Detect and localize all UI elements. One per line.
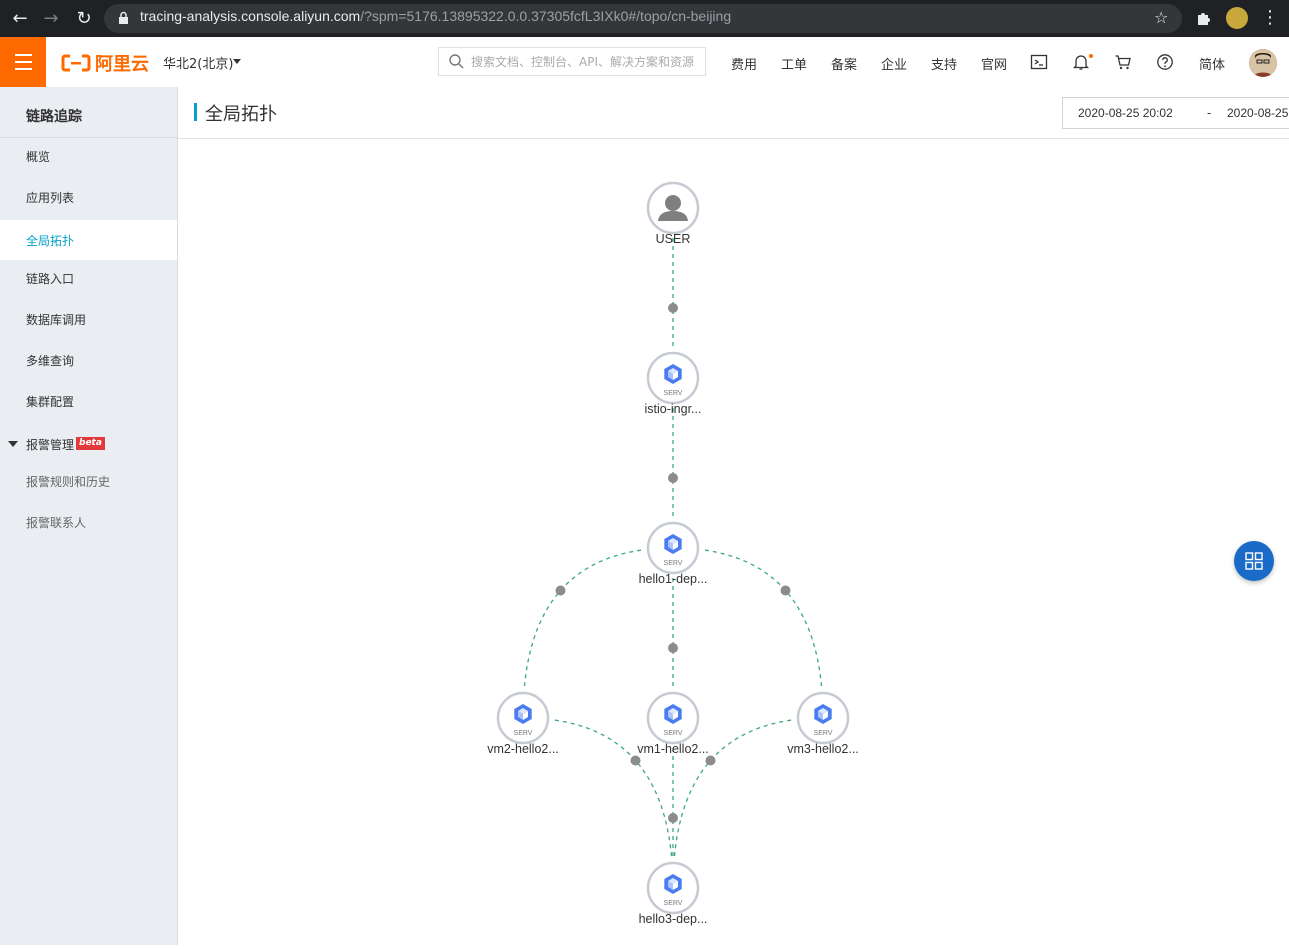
search-icon	[449, 54, 464, 69]
nav-link-support[interactable]: 支持	[931, 54, 957, 73]
lock-icon	[119, 11, 128, 24]
topology-node-vm1[interactable]: SERV	[644, 689, 702, 747]
date-end[interactable]: 2020-08-25	[1227, 106, 1288, 120]
sidebar-item-overview[interactable]: 概览	[0, 136, 177, 176]
nav-link-tickets[interactable]: 工单	[781, 54, 807, 73]
aliyun-logo[interactable]: 阿里云	[61, 50, 149, 75]
node-label-user[interactable]: USER	[608, 232, 738, 246]
node-label-vm2[interactable]: vm2-hello2...	[458, 742, 588, 756]
help-icon[interactable]	[1156, 53, 1174, 71]
language-switch[interactable]: 简体	[1199, 54, 1225, 73]
browser-toolbar: ← → ↻ tracing-analysis.console.aliyun.co…	[0, 0, 1289, 37]
terminal-icon[interactable]	[1030, 53, 1048, 71]
edge-midpoint-dot[interactable]	[668, 473, 678, 483]
sidebar-item-alert-contacts[interactable]: 报警联系人	[0, 502, 177, 542]
service-tag: SERV	[664, 900, 683, 907]
topology-node-vm2[interactable]: SERV	[494, 689, 552, 747]
topology-node-user[interactable]	[644, 179, 702, 237]
node-label-vm3[interactable]: vm3-hello2...	[758, 742, 888, 756]
title-accent-bar	[194, 103, 197, 121]
sidebar-item-cluster-config[interactable]: 集群配置	[0, 381, 177, 421]
edge-midpoint-dot[interactable]	[555, 585, 566, 596]
user-avatar[interactable]	[1249, 49, 1277, 77]
url-text[interactable]: tracing-analysis.console.aliyun.com/?spm…	[140, 8, 731, 24]
date-separator: -	[1207, 106, 1212, 120]
node-label-vm1[interactable]: vm1-hello2...	[608, 742, 738, 756]
grid-menu-button[interactable]	[1234, 541, 1274, 581]
service-tag: SERV	[664, 560, 683, 567]
edge-midpoint-dot[interactable]	[780, 585, 791, 596]
node-label-istio[interactable]: istio-ingr...	[608, 402, 738, 416]
topology-graph[interactable]: SERV SERV SERV SERV SERV SERV	[178, 139, 1289, 945]
page-header: 全局拓扑 2020-08-25 20:02 - 2020-08-25	[178, 87, 1289, 139]
sidebar-item-multi-dim-query[interactable]: 多维查询	[0, 340, 177, 380]
extensions-puzzle-icon[interactable]	[1195, 9, 1213, 27]
service-tag: SERV	[814, 730, 833, 737]
search-input[interactable]	[471, 48, 703, 75]
date-range-picker[interactable]: 2020-08-25 20:02 - 2020-08-25	[1062, 97, 1289, 129]
bell-icon[interactable]	[1072, 53, 1090, 71]
edge-midpoint-dot[interactable]	[705, 755, 716, 766]
sidebar-item-db-calls[interactable]: 数据库调用	[0, 299, 177, 339]
topology-canvas[interactable]: SERV SERV SERV SERV SERV SERV USER istio-ingr.…	[178, 139, 1289, 945]
browser-menu-icon[interactable]: ⋮	[1261, 7, 1279, 28]
back-arrow-icon[interactable]: ←	[7, 6, 33, 32]
console-top-nav: 阿里云 华北2(北京) 费用 工单 备案 企业 支持 官网 简体	[0, 37, 1289, 87]
topology-node-hello3[interactable]: SERV	[644, 859, 702, 917]
reload-icon[interactable]: ↻	[71, 6, 97, 32]
sidebar-item-global-topology[interactable]: 全局拓扑	[0, 220, 177, 260]
date-start[interactable]: 2020-08-25 20:02	[1078, 106, 1173, 120]
sidebar-group-alerts[interactable]: 报警管理 beta	[0, 424, 177, 464]
sidebar: 链路追踪 概览 应用列表 全局拓扑 链路入口 数据库调用 多维查询 集群配置 报…	[0, 87, 178, 945]
page-title: 全局拓扑	[205, 104, 277, 125]
sidebar-item-trace-entry[interactable]: 链路入口	[0, 258, 177, 298]
edge-midpoint-dot[interactable]	[668, 303, 678, 313]
sidebar-title: 链路追踪	[26, 109, 82, 125]
edge-midpoint-dot[interactable]	[668, 813, 678, 823]
topology-node-hello1[interactable]: SERV	[644, 519, 702, 577]
service-tag: SERV	[514, 730, 533, 737]
topology-node-istio[interactable]: SERV	[644, 349, 702, 407]
console-search[interactable]	[438, 47, 706, 76]
nav-link-enterprise[interactable]: 企业	[881, 54, 907, 73]
notification-dot	[1089, 54, 1093, 58]
service-tag: SERV	[664, 390, 683, 397]
nav-link-official-site[interactable]: 官网	[981, 54, 1007, 73]
node-label-hello1[interactable]: hello1-dep...	[608, 572, 738, 586]
aliyun-logo-mark-icon	[61, 54, 91, 72]
nav-link-icp[interactable]: 备案	[831, 54, 857, 73]
edge-midpoint-dot[interactable]	[630, 755, 641, 766]
service-tag: SERV	[664, 730, 683, 737]
cart-icon[interactable]	[1114, 53, 1132, 71]
sidebar-item-app-list[interactable]: 应用列表	[0, 177, 177, 217]
topology-node-vm3[interactable]: SERV	[794, 689, 852, 747]
bookmark-star-icon[interactable]: ☆	[1154, 8, 1168, 27]
grid-icon	[1245, 552, 1263, 570]
node-label-hello3[interactable]: hello3-dep...	[608, 912, 738, 926]
hamburger-menu-icon[interactable]	[0, 37, 46, 87]
region-caret-icon[interactable]	[233, 59, 241, 64]
sidebar-item-alert-rules[interactable]: 报警规则和历史	[0, 461, 177, 501]
nav-link-billing[interactable]: 费用	[731, 54, 757, 73]
region-selector[interactable]: 华北2(北京)	[163, 53, 233, 72]
edge-midpoint-dot[interactable]	[668, 643, 678, 653]
beta-badge: beta	[76, 437, 105, 450]
forward-arrow-icon[interactable]: →	[38, 6, 64, 32]
browser-profile-icon[interactable]	[1226, 7, 1248, 29]
caret-down-icon	[8, 441, 18, 447]
